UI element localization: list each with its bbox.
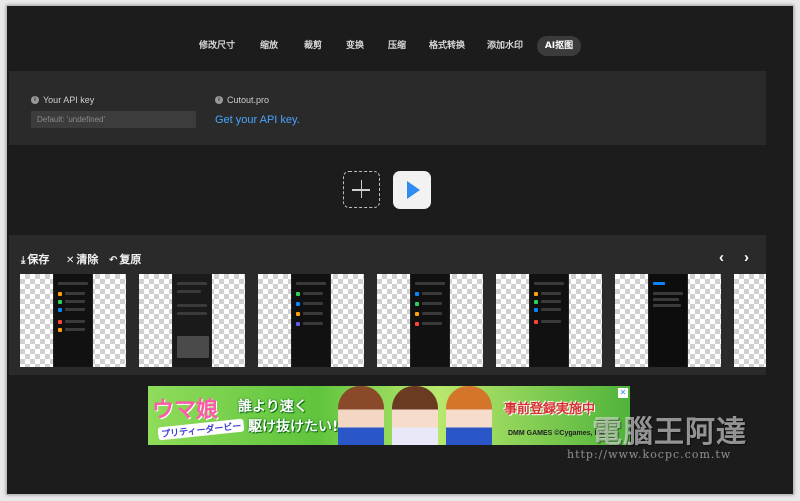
info-icon: i [215,96,223,104]
results-panel: ⤓ 保存 ✕ 清除 ↶ 复原 ‹ › [9,235,766,375]
nav-format-convert[interactable]: 格式转换 [427,36,467,56]
nav-add-watermark[interactable]: 添加水印 [485,36,525,56]
ad-close-icon[interactable]: ✕ [618,388,628,398]
ad-banner[interactable]: ウマ娘 プリティーダービー 誰より速く 駆け抜けたい! 事前登録実施中 DMM … [148,386,630,445]
clear-button[interactable]: ✕ 清除 [66,251,98,267]
nav-crop[interactable]: 裁剪 [301,36,325,56]
restore-button[interactable]: ↶ 复原 [109,251,141,267]
nav-compress[interactable]: 压缩 [385,36,409,56]
result-thumbnail[interactable] [496,274,602,367]
screenshot-image [410,274,450,367]
api-key-input[interactable] [31,111,196,128]
run-button[interactable] [393,171,431,209]
ad-character-image [446,386,492,445]
save-button[interactable]: ⤓ 保存 [21,251,49,267]
play-icon [407,181,420,199]
clear-label: 清除 [76,253,99,266]
result-thumbnail[interactable] [734,274,766,367]
nav-resize[interactable]: 修改尺寸 [197,36,237,56]
nav-scale[interactable]: 缩放 [257,36,281,56]
nav-ai-cutout[interactable]: AI抠图 [537,36,581,56]
ad-tagline: 事前登録実施中 [504,402,596,417]
app-window: 修改尺寸 缩放 裁剪 变换 压缩 格式转换 添加水印 AI抠图 i Your A… [6,5,794,495]
restore-label: 复原 [119,253,142,266]
chevron-right-icon[interactable]: › [744,249,749,266]
info-icon: i [31,96,39,104]
screenshot-image [529,274,569,367]
api-settings-panel: i Your API key i Cutout.pro Get your API… [9,71,766,145]
undo-icon: ↶ [109,255,118,266]
screenshot-image [172,274,212,367]
ad-character-image [392,386,438,445]
result-thumbnail[interactable] [377,274,483,367]
get-api-key-link[interactable]: Get your API key. [215,114,300,126]
save-label: 保存 [27,253,50,266]
result-thumbnail[interactable] [139,274,245,367]
screenshot-image [291,274,331,367]
chevron-left-icon[interactable]: ‹ [719,249,724,266]
watermark-text: 電腦王阿達 [592,415,747,450]
result-thumbnail[interactable] [615,274,721,367]
ad-headline: 誰より速く [238,399,308,415]
result-thumbnail[interactable] [258,274,364,367]
add-image-button[interactable] [343,171,380,208]
screenshot-image [648,274,688,367]
ad-logo: ウマ娘 [152,398,219,423]
ad-subheadline: 駆け抜けたい! [248,419,339,435]
provider-label: Cutout.pro [227,95,270,105]
download-icon: ⤓ [21,255,26,266]
result-thumbnail[interactable] [20,274,126,367]
api-key-label: Your API key [43,95,95,105]
watermark-url: http://www.kocpc.com.tw [567,448,732,461]
close-icon: ✕ [66,255,75,266]
ad-character-image [338,386,384,445]
screenshot-image [53,274,93,367]
top-nav: 修改尺寸 缩放 裁剪 变换 压缩 格式转换 添加水印 AI抠图 [7,36,793,58]
nav-transform[interactable]: 变换 [343,36,367,56]
